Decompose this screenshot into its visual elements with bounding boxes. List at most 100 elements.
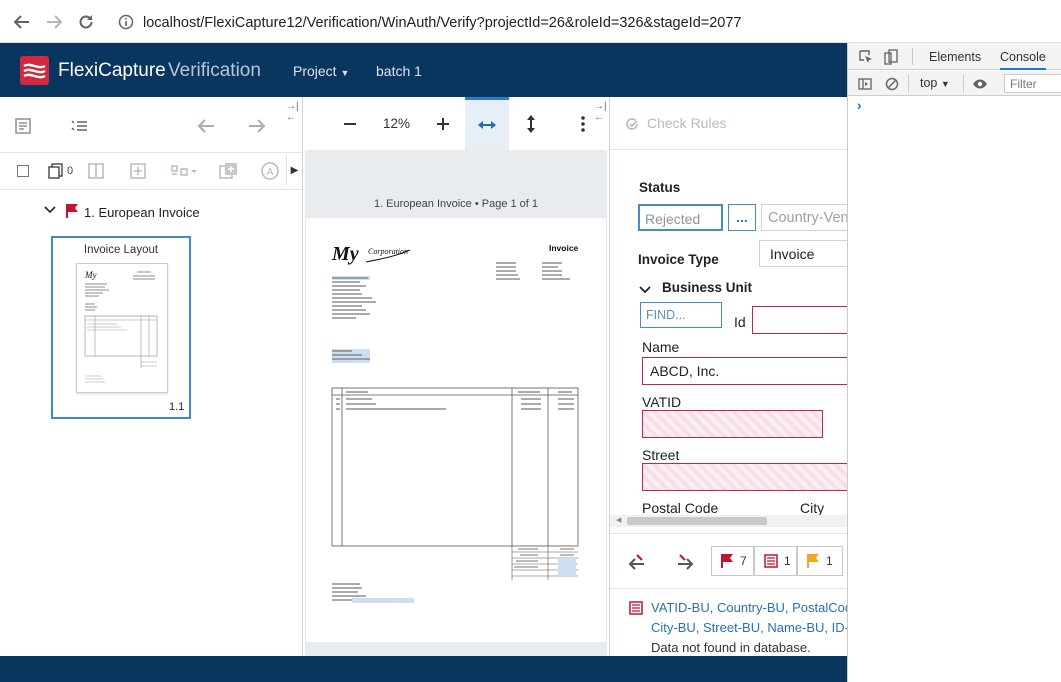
add-page-icon[interactable] [126, 159, 150, 183]
error-message: Data not found in database. [651, 640, 811, 655]
device-toolbar-icon[interactable] [883, 49, 899, 65]
street-field[interactable] [642, 463, 847, 491]
status-label: Status [639, 180, 681, 195]
red-flag-icon [721, 554, 733, 568]
devtools-panel: Elements Console top ▼ Filter › [847, 43, 1061, 682]
assemble-icon[interactable] [168, 159, 200, 183]
svg-text:Corporation: Corporation [368, 247, 408, 256]
thumb-page-image: My [76, 263, 168, 393]
previous-error-bottom-icon[interactable] [624, 550, 648, 574]
inspect-element-icon[interactable] [858, 49, 874, 65]
svg-text:Invoice: Invoice [549, 243, 579, 253]
left-panel: →|← 0 A ▶ 1. European Invoice Invoice La… [0, 97, 302, 656]
tab-elements[interactable]: Elements [929, 50, 981, 64]
doc-flag-filter[interactable]: 1 [754, 546, 797, 576]
sidebar-toggle-icon[interactable] [857, 76, 873, 92]
address-bar[interactable]: localhost/FlexiCapture12/Verification/Wi… [143, 15, 742, 31]
find-field[interactable]: FIND... [640, 302, 722, 328]
forward-arrow-icon[interactable] [44, 12, 64, 32]
svg-text:A: A [267, 167, 274, 178]
business-unit-label: Business Unit [662, 280, 753, 295]
more-icon[interactable] [571, 112, 595, 136]
postal-code-label: Postal Code [642, 500, 719, 516]
invoice-page-image[interactable]: My Corporation Invoice [306, 218, 606, 642]
error-field-link[interactable]: Street-BU, [703, 620, 764, 635]
orange-flag-count: 1 [826, 554, 833, 568]
database-error-icon [764, 554, 778, 568]
context-dropdown-icon: ▼ [940, 79, 950, 89]
error-field-link[interactable]: Name-BU, [767, 620, 828, 635]
error-field-link[interactable]: ID- [832, 620, 847, 635]
project-menu-label: Project [293, 63, 337, 79]
horizontal-scrollbar[interactable]: ◀ [610, 515, 847, 527]
select-all-checkbox[interactable] [17, 165, 29, 177]
error-fields-line1[interactable]: VATID-BU, Country-BU, PostalCod [651, 600, 847, 615]
page-count: 0 [67, 165, 74, 177]
chevron-down-icon: ▼ [340, 68, 350, 78]
page-thumbnail[interactable]: Invoice Layout My 1.1 [51, 236, 191, 419]
street-label: Street [642, 447, 680, 463]
name-label: Name [642, 339, 680, 355]
status-lookup-button[interactable]: ... [728, 204, 756, 231]
red-flag-filter[interactable]: 7 [711, 546, 754, 576]
next-error-bottom-icon[interactable] [674, 550, 698, 574]
fit-width-button[interactable] [465, 97, 509, 150]
zoom-out-icon[interactable] [338, 112, 362, 136]
add-document-icon[interactable] [216, 159, 240, 183]
fit-height-icon[interactable] [519, 112, 543, 136]
console-filter-input[interactable]: Filter [1004, 74, 1061, 93]
flag-icon [65, 203, 79, 219]
project-menu[interactable]: Project ▼ [293, 63, 349, 79]
error-field-link[interactable]: Country-BU, [717, 600, 789, 615]
next-error-icon[interactable] [246, 114, 270, 138]
reload-icon[interactable] [76, 12, 96, 32]
fit-width-icon [465, 100, 509, 150]
error-fields-line2[interactable]: City-BU, Street-BU, Name-BU, ID- [651, 620, 847, 635]
context-label: top [920, 76, 938, 90]
database-error-icon [628, 600, 644, 616]
back-arrow-icon[interactable] [12, 12, 32, 32]
context-selector[interactable]: top ▼ [920, 76, 950, 90]
eye-icon[interactable] [971, 76, 989, 92]
page-caption: 1. European Invoice • Page 1 of 1 [373, 198, 539, 210]
zoom-in-icon[interactable] [431, 112, 455, 136]
zoom-level[interactable]: 12% [383, 116, 410, 131]
browser-toolbar: localhost/FlexiCapture12/Verification/Wi… [0, 0, 1061, 43]
recognize-icon[interactable]: A [258, 159, 282, 183]
expand-chevron-icon[interactable] [44, 205, 56, 215]
svg-text:My: My [331, 243, 359, 265]
collapse-viewer-icon[interactable]: →|← [594, 101, 609, 123]
business-unit-chevron-icon[interactable] [639, 285, 651, 295]
status-bar [0, 656, 847, 682]
batch-menu[interactable]: batch 1 [376, 63, 422, 79]
scrollbar-thumb[interactable] [627, 517, 767, 525]
vatid-field[interactable] [642, 410, 823, 438]
city-label: City [800, 500, 825, 516]
info-icon[interactable] [116, 12, 136, 32]
app-header: FlexiCapture Verification Project ▼ batc… [0, 43, 847, 97]
console-prompt[interactable]: › [857, 97, 862, 113]
red-flag-count: 7 [740, 554, 747, 568]
status-field[interactable]: Rejected [638, 204, 723, 231]
document-list-icon[interactable] [11, 114, 35, 138]
error-field-link[interactable]: City-BU, [651, 620, 699, 635]
invoice-type-field[interactable]: Invoice [759, 240, 847, 267]
orange-flag-icon [807, 554, 819, 568]
previous-error-icon[interactable] [193, 114, 217, 138]
error-field-link[interactable]: PostalCod [792, 600, 847, 615]
task-list-icon[interactable] [67, 114, 91, 138]
clear-console-icon[interactable] [884, 76, 900, 92]
scroll-right-icon[interactable]: ▶ [286, 156, 302, 185]
split-icon[interactable] [84, 159, 108, 183]
check-rules-label: Check Rules [647, 115, 727, 131]
error-field-link[interactable]: VATID-BU, [651, 600, 713, 615]
country-vendor-field[interactable]: Country-Vendo [761, 204, 847, 231]
tree-item-invoice[interactable]: 1. European Invoice [84, 205, 200, 220]
id-label: Id [734, 314, 746, 330]
tab-console[interactable]: Console [1000, 50, 1046, 70]
orange-flag-filter[interactable]: 1 [797, 546, 843, 576]
name-field[interactable]: ABCD, Inc. [642, 357, 847, 385]
logo-icon [20, 56, 49, 85]
collapse-pane-icon[interactable]: →|← [286, 101, 302, 123]
id-field[interactable] [752, 306, 847, 334]
